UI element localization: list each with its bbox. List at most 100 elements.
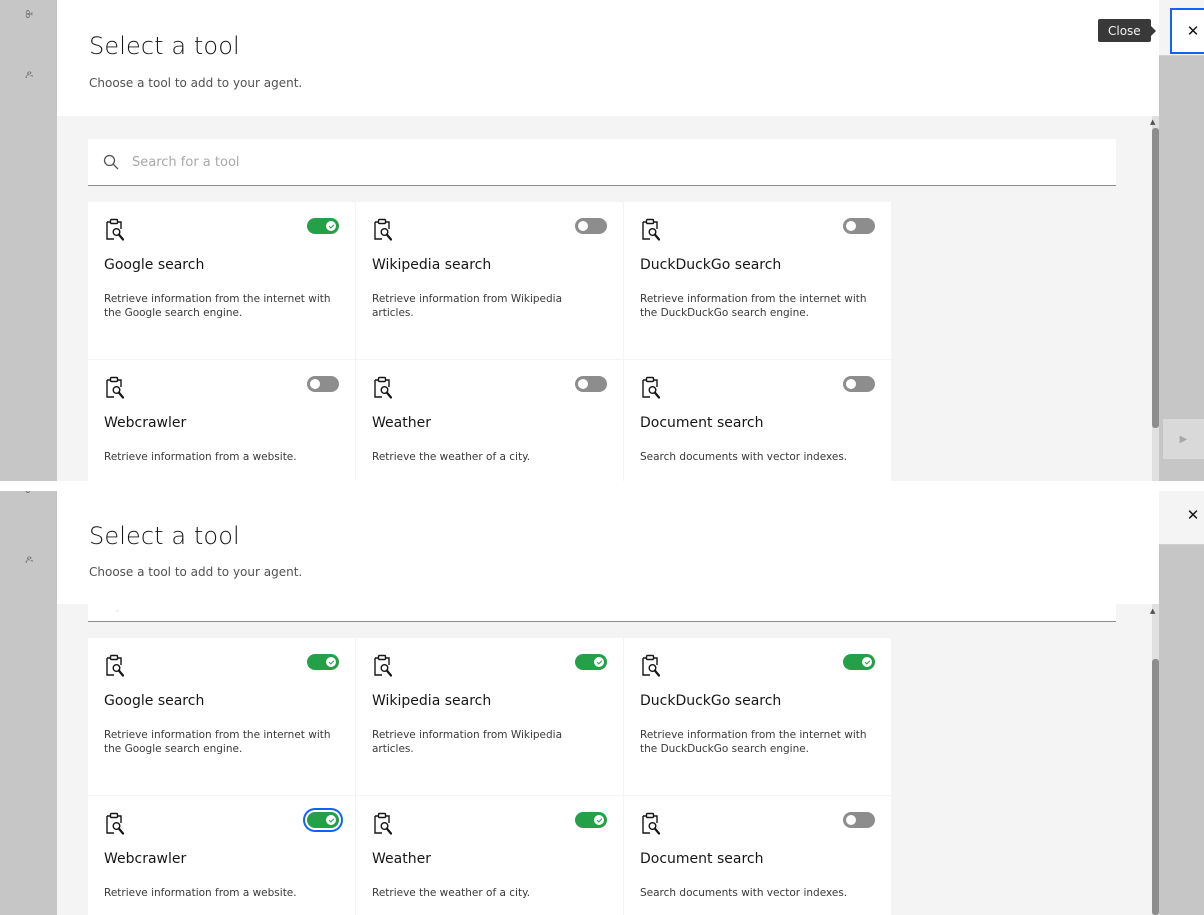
close-button[interactable]: ✕ — [1170, 8, 1204, 54]
toggle-knob — [846, 379, 856, 389]
close-icon: ✕ — [1186, 506, 1200, 524]
tool-toggle[interactable] — [307, 812, 339, 828]
tool-icon — [371, 376, 393, 400]
tool-description: Retrieve information from the internet w… — [104, 729, 331, 755]
checkmark-icon — [594, 815, 604, 825]
tool-search-bar[interactable] — [88, 139, 1116, 186]
checkmark-icon — [594, 657, 604, 667]
tool-card[interactable]: DuckDuckGo search Retrieve information fr… — [624, 202, 891, 359]
background-sidebar: ꔬ ዶ — [0, 0, 57, 481]
toggle-knob — [578, 379, 588, 389]
screenshot-frame-after: ꔬ ዶ Select a tool Choose a tool to add t… — [0, 491, 1204, 915]
user-icon: ዶ — [24, 68, 34, 81]
tool-name: Weather — [372, 415, 431, 431]
tool-description: Retrieve the weather of a city. — [372, 451, 531, 463]
screenshot-frame-before: ꔬ ዶ ▶ Select a tool Choose a tool to add… — [0, 0, 1204, 481]
tool-icon — [639, 654, 661, 678]
checkmark-icon — [326, 815, 336, 825]
tool-grid: Google search Retrieve information from t… — [88, 202, 891, 481]
tool-description: Retrieve information from the internet w… — [640, 729, 867, 755]
tool-card[interactable]: Wikipedia search Retrieve information fro… — [356, 638, 623, 795]
modal-subtitle: Choose a tool to add to your agent. — [89, 76, 303, 90]
bug-icon: ꔬ — [22, 491, 36, 497]
tool-name: Wikipedia search — [372, 257, 492, 273]
tool-card[interactable]: Document search Search documents with vec… — [624, 796, 891, 915]
tool-description: Retrieve information from Wikipedia arti… — [372, 729, 563, 755]
scrollbar-thumb[interactable] — [1152, 659, 1159, 915]
tool-card[interactable]: DuckDuckGo search Retrieve information fr… — [624, 638, 891, 795]
modal-subtitle: Choose a tool to add to your agent. — [89, 565, 303, 579]
tool-icon — [103, 654, 125, 678]
user-icon: ዶ — [24, 553, 34, 566]
tool-icon — [103, 812, 125, 836]
close-tooltip: Close — [1098, 19, 1156, 42]
toggle-knob — [846, 221, 856, 231]
tool-description: Search documents with vector indexes. — [640, 451, 848, 463]
tool-card[interactable]: Weather Retrieve the weather of a city. — [356, 360, 623, 481]
modal-title: Select a tool — [89, 522, 240, 550]
tool-toggle[interactable] — [575, 218, 607, 234]
tool-name: DuckDuckGo search — [640, 693, 782, 709]
close-icon: ✕ — [1186, 22, 1200, 40]
search-icon — [103, 154, 119, 170]
tool-icon — [639, 218, 661, 242]
tool-toggle[interactable] — [575, 812, 607, 828]
tool-toggle[interactable] — [307, 376, 339, 392]
tool-icon — [639, 812, 661, 836]
toggle-knob — [846, 815, 856, 825]
tool-search-bar[interactable]: · — [88, 604, 1116, 622]
tool-icon — [103, 376, 125, 400]
tool-grid: Google search Retrieve information from t… — [88, 638, 891, 915]
tool-icon — [371, 812, 393, 836]
background-sidebar: ꔬ ዶ — [0, 491, 57, 915]
toggle-knob — [310, 379, 320, 389]
tool-card[interactable]: Webcrawler Retrieve information from a we… — [88, 360, 355, 481]
tool-toggle[interactable] — [307, 218, 339, 234]
tool-card[interactable]: Document search Search documents with vec… — [624, 360, 891, 481]
tool-toggle[interactable] — [575, 376, 607, 392]
tool-selector-modal: Select a tool Choose a tool to add to yo… — [57, 491, 1199, 915]
tool-name: Webcrawler — [104, 415, 187, 431]
tool-card[interactable]: Google search Retrieve information from t… — [88, 638, 355, 795]
checkmark-icon — [326, 657, 336, 667]
scroll-up-icon[interactable]: ▲ — [1150, 118, 1155, 126]
tool-name: DuckDuckGo search — [640, 257, 782, 273]
tool-description: Retrieve information from Wikipedia arti… — [372, 293, 563, 319]
tool-card[interactable]: Wikipedia search Retrieve information fro… — [356, 202, 623, 359]
tool-selector-modal: Select a tool Choose a tool to add to yo… — [57, 0, 1204, 481]
tool-card[interactable]: Google search Retrieve information from t… — [88, 202, 355, 359]
tool-toggle[interactable] — [843, 654, 875, 670]
checkmark-icon — [326, 221, 336, 231]
background-panel: ▶ — [1159, 0, 1204, 481]
scrollbar-thumb[interactable] — [1152, 128, 1159, 428]
scroll-up-icon[interactable]: ▲ — [1150, 607, 1155, 615]
tool-description: Retrieve information from a website. — [104, 451, 297, 463]
scrollbar[interactable] — [1152, 116, 1159, 481]
tool-toggle[interactable] — [575, 654, 607, 670]
tool-toggle[interactable] — [843, 812, 875, 828]
tool-icon — [103, 218, 125, 242]
tool-name: Google search — [104, 257, 205, 273]
send-button: ▶ — [1163, 419, 1204, 459]
close-button[interactable]: ✕ — [1170, 497, 1204, 533]
modal-title: Select a tool — [89, 32, 240, 60]
background-panel — [1159, 491, 1204, 915]
tool-description: Search documents with vector indexes. — [640, 887, 848, 899]
tool-card[interactable]: Webcrawler Retrieve information from a we… — [88, 796, 355, 915]
search-input[interactable] — [132, 154, 732, 170]
tool-name: Webcrawler — [104, 851, 187, 867]
tool-icon — [371, 654, 393, 678]
toggle-knob — [578, 221, 588, 231]
tool-toggle[interactable] — [843, 376, 875, 392]
tool-toggle[interactable] — [843, 218, 875, 234]
search-icon: · — [116, 607, 119, 616]
scrollbar[interactable] — [1152, 604, 1159, 915]
tool-toggle[interactable] — [307, 654, 339, 670]
tool-icon — [371, 218, 393, 242]
tool-card[interactable]: Weather Retrieve the weather of a city. — [356, 796, 623, 915]
tool-name: Wikipedia search — [372, 693, 492, 709]
tool-description: Retrieve information from a website. — [104, 887, 297, 899]
send-icon: ▶ — [1179, 433, 1188, 445]
tool-name: Document search — [640, 415, 764, 431]
tool-name: Google search — [104, 693, 205, 709]
